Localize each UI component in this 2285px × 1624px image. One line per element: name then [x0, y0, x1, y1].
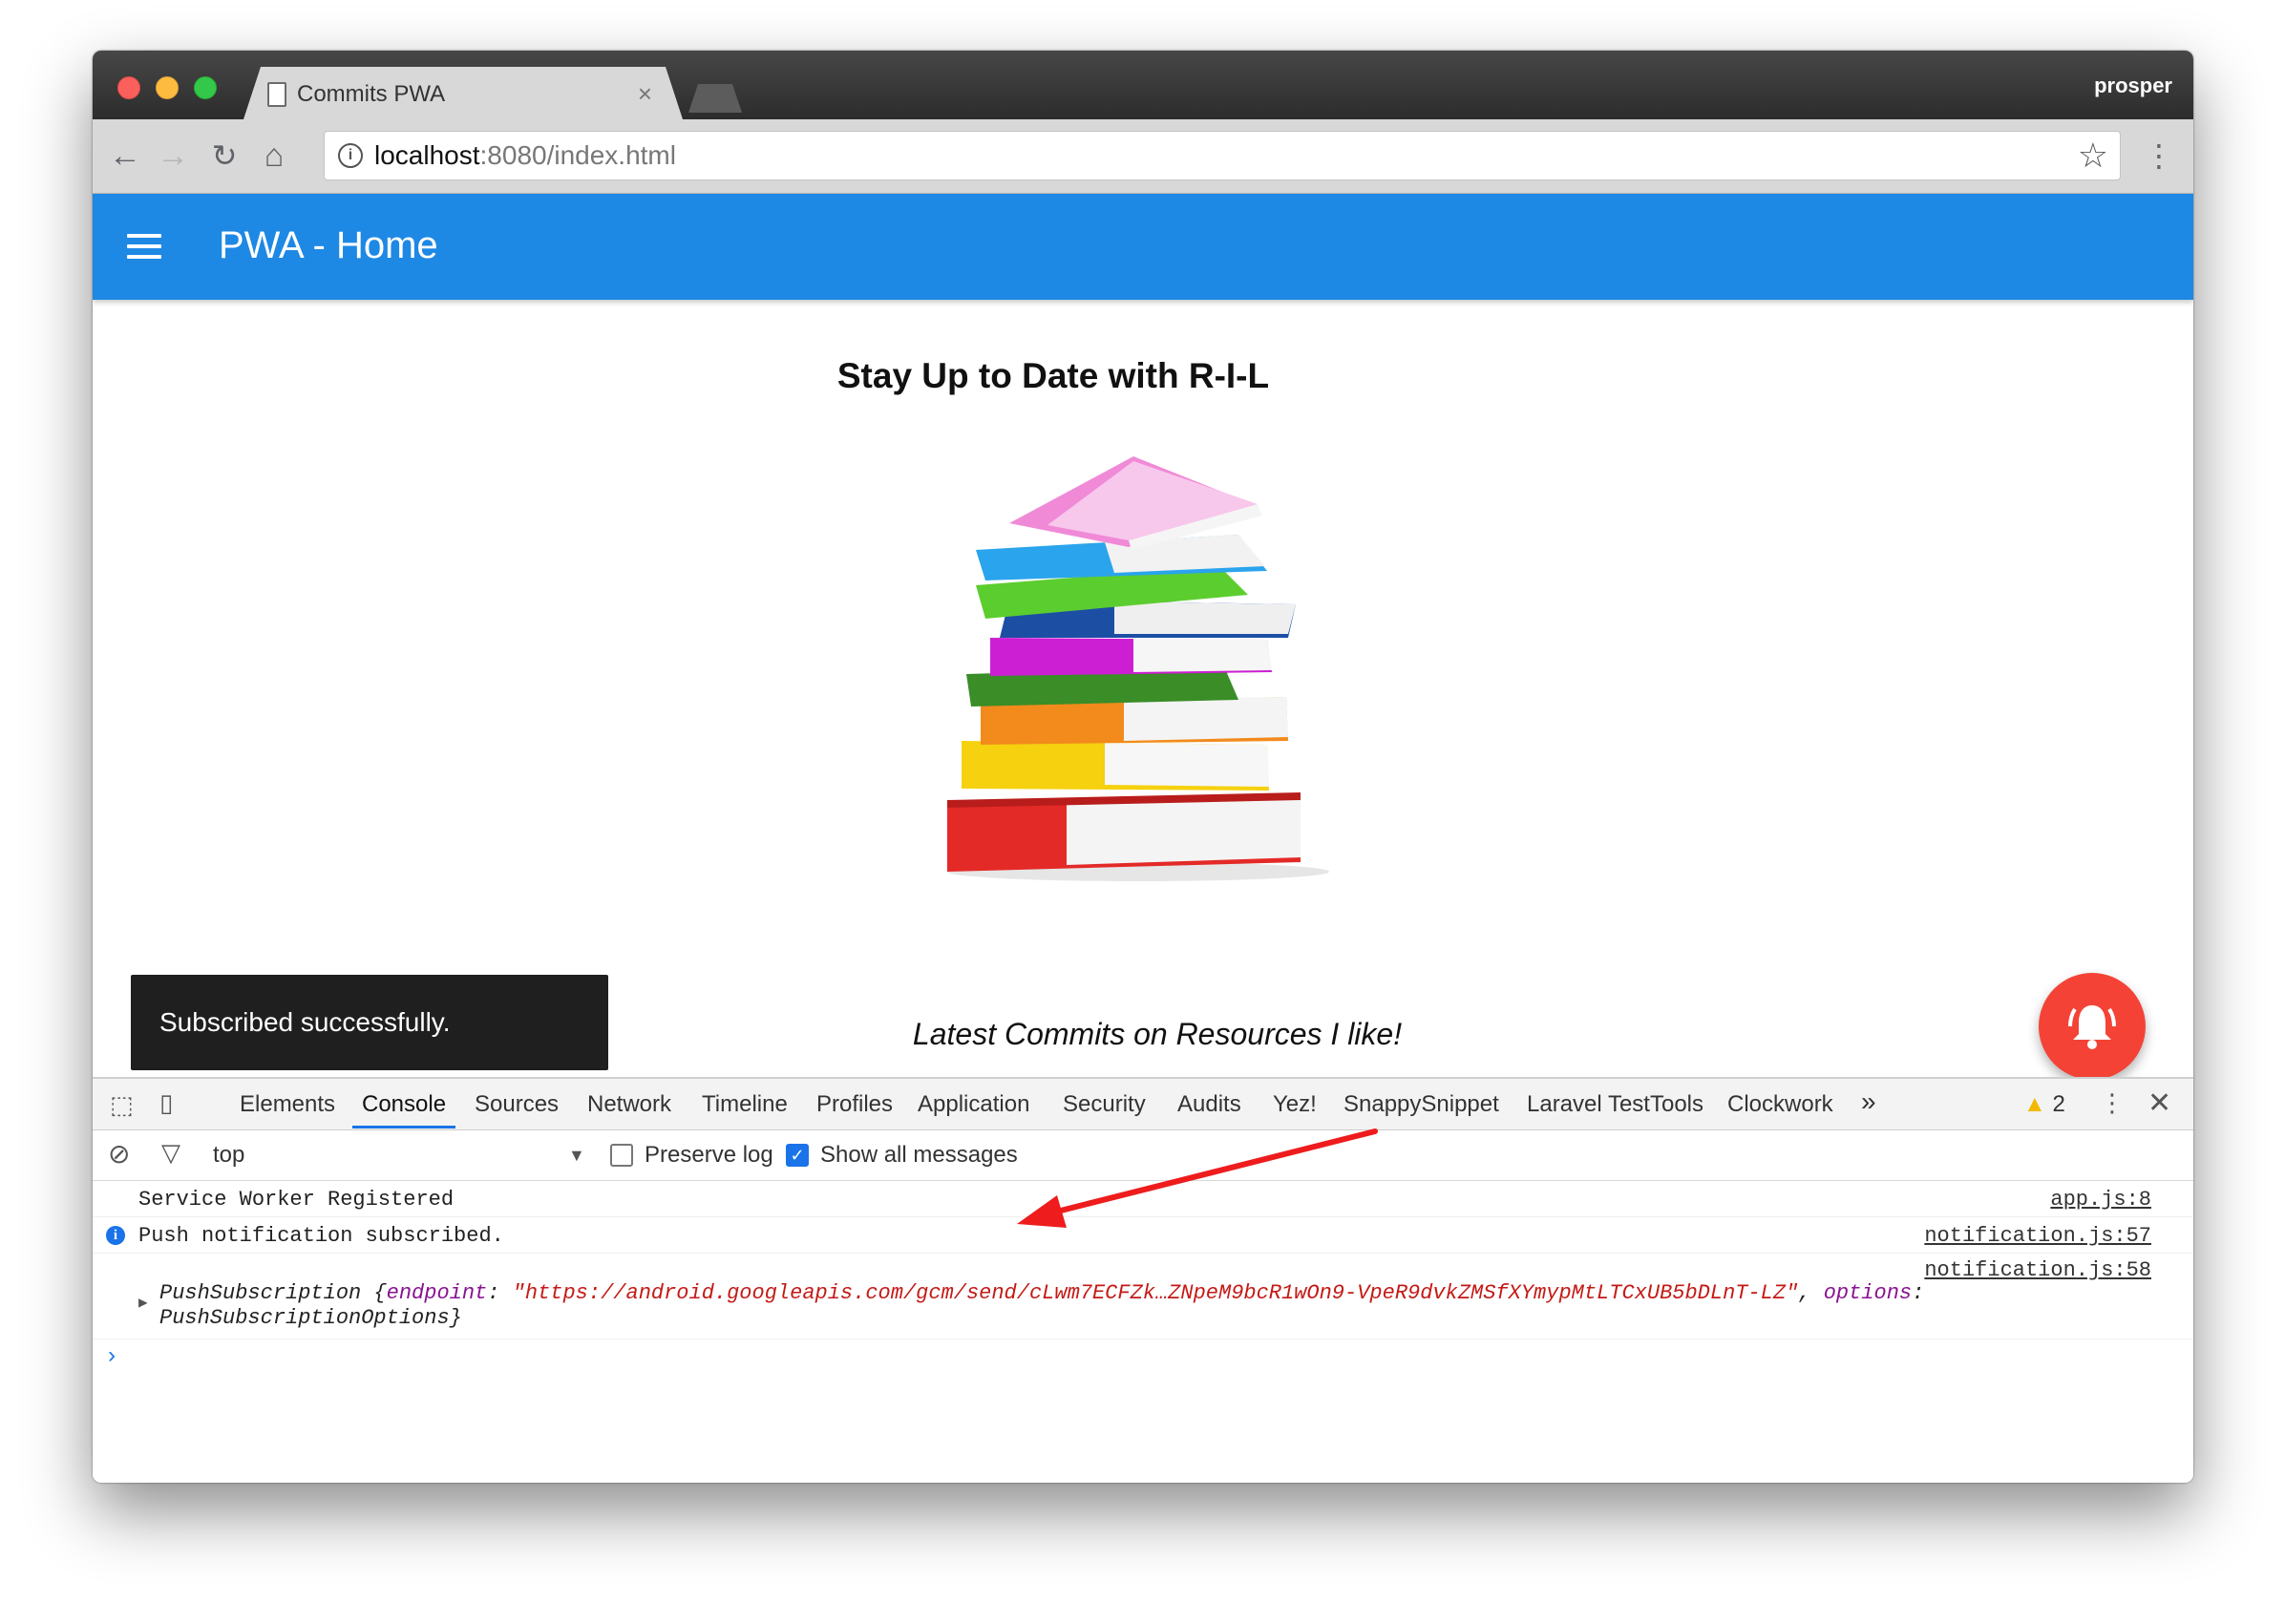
address-bar[interactable]: i localhost:8080/index.html ☆: [324, 131, 2121, 180]
reload-icon[interactable]: ↻: [205, 137, 243, 175]
tab-title: Commits PWA: [297, 81, 446, 107]
show-all-messages-label: Show all messages: [820, 1142, 1018, 1168]
menu-icon[interactable]: ⋮: [2144, 137, 2174, 175]
page-content: PWA - Home Stay Up to Date with R-I-L La…: [93, 194, 2193, 1080]
tab-profiles[interactable]: Profiles: [816, 1091, 893, 1118]
object-suffix: PushSubscriptionOptions}: [159, 1306, 462, 1330]
tab-security[interactable]: Security: [1063, 1091, 1146, 1118]
tab-console[interactable]: Console: [362, 1091, 446, 1118]
close-devtools-icon[interactable]: ✕: [2147, 1086, 2171, 1120]
info-icon[interactable]: i: [338, 143, 363, 168]
minimize-window-button[interactable]: [156, 76, 179, 99]
preserve-log-label: Preserve log: [645, 1142, 773, 1168]
source-link[interactable]: notification.js:58: [1924, 1258, 2151, 1282]
source-link[interactable]: app.js:8: [2050, 1188, 2151, 1212]
annotation-arrow: [1017, 1128, 1378, 1228]
profile-name[interactable]: prosper: [2094, 74, 2172, 98]
context-selector[interactable]: top: [213, 1142, 244, 1169]
hamburger-icon[interactable]: [127, 234, 161, 259]
app-bar: PWA - Home: [93, 194, 2193, 300]
notification-fab[interactable]: [2039, 973, 2146, 1080]
url-text[interactable]: localhost:8080/index.html: [374, 140, 676, 171]
active-tab-indicator: [352, 1126, 455, 1128]
close-window-button[interactable]: [117, 76, 140, 99]
tab-sources[interactable]: Sources: [475, 1091, 559, 1118]
devtools-tab-bar: ⬚ ▯ Elements Console Sources Network Tim…: [93, 1079, 2193, 1130]
star-icon[interactable]: ☆: [2078, 136, 2108, 176]
show-all-messages-checkbox[interactable]: ✓: [786, 1144, 809, 1167]
title-bar: Commits PWA × prosper: [93, 51, 2193, 119]
tab-elements[interactable]: Elements: [240, 1091, 335, 1118]
info-message-icon: i: [106, 1226, 125, 1245]
snackbar: Subscribed successfully.: [131, 975, 608, 1070]
source-link[interactable]: notification.js:57: [1924, 1224, 2151, 1248]
url-path: :8080/index.html: [479, 140, 676, 170]
tab-timeline[interactable]: Timeline: [702, 1091, 788, 1118]
bell-icon: [2068, 1005, 2116, 1049]
warning-icon: ▲: [2023, 1091, 2046, 1117]
preserve-log-checkbox[interactable]: [610, 1144, 633, 1167]
tab-close-icon[interactable]: ×: [638, 79, 652, 109]
clear-console-icon[interactable]: ⊘: [108, 1138, 130, 1170]
tab-clockwork[interactable]: Clockwork: [1727, 1091, 1833, 1118]
back-icon[interactable]: ←: [106, 137, 144, 175]
tab-network[interactable]: Network: [587, 1091, 671, 1118]
app-title: PWA - Home: [219, 224, 438, 266]
tab-application[interactable]: Application: [918, 1091, 1029, 1118]
push-subscription-object[interactable]: PushSubscription {endpoint: "https://and…: [159, 1281, 2146, 1331]
home-icon[interactable]: ⌂: [255, 137, 293, 175]
more-tabs-icon[interactable]: »: [1861, 1086, 1876, 1117]
browser-toolbar: ← → ↻ ⌂ i localhost:8080/index.html ☆ ⋮: [93, 119, 2193, 194]
tab-audits[interactable]: Audits: [1177, 1091, 1241, 1118]
devtools-menu-icon[interactable]: ⋮: [2100, 1088, 2125, 1118]
expand-triangle-icon[interactable]: ▶: [138, 1293, 148, 1312]
browser-tab[interactable]: Commits PWA ×: [243, 67, 683, 119]
console-message: notification.js:58 ▶ PushSubscription {e…: [93, 1253, 2193, 1339]
page-icon: [267, 82, 286, 107]
tab-snappysnippet[interactable]: SnappySnippet: [1343, 1091, 1499, 1118]
tab-laravel-testtools[interactable]: Laravel TestTools: [1527, 1091, 1703, 1118]
books-stack-image: [947, 456, 1329, 881]
warning-counter[interactable]: ▲ 2: [2023, 1091, 2065, 1118]
url-host: localhost: [374, 140, 480, 170]
warning-count: 2: [2052, 1091, 2065, 1117]
tab-yez[interactable]: Yez!: [1273, 1091, 1317, 1118]
new-tab-button[interactable]: [688, 84, 742, 113]
page-heading: Stay Up to Date with R-I-L: [836, 356, 1270, 395]
message-text: Service Worker Registered: [138, 1188, 455, 1212]
filter-icon[interactable]: ▽: [161, 1138, 180, 1168]
message-text: Push notification subscribed.: [138, 1224, 504, 1248]
endpoint-value: "https://android.googleapis.com/gcm/send…: [512, 1281, 1799, 1305]
forward-icon[interactable]: →: [154, 137, 192, 175]
endpoint-key: endpoint: [386, 1281, 488, 1305]
zoom-window-button[interactable]: [194, 76, 217, 99]
chevron-down-icon[interactable]: ▼: [568, 1146, 585, 1166]
object-prefix: PushSubscription {: [159, 1281, 387, 1305]
inspect-element-icon[interactable]: ⬚: [110, 1090, 134, 1120]
browser-window: Commits PWA × prosper ← → ↻ ⌂ i localhos…: [93, 51, 2193, 1483]
options-key: options: [1823, 1281, 1913, 1305]
device-toolbar-icon[interactable]: ▯: [159, 1088, 173, 1118]
console-prompt-icon[interactable]: ›: [108, 1342, 116, 1369]
